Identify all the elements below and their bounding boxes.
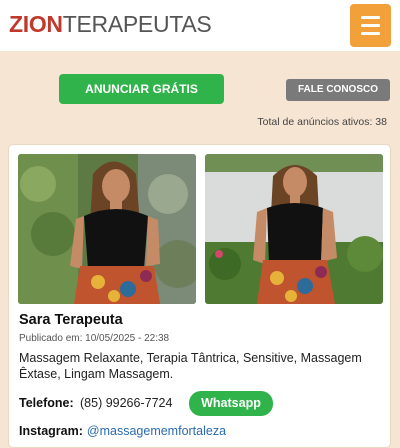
site-logo[interactable]: ZIONTERAPEUTAS [9, 10, 212, 38]
hamburger-menu-icon-bar [361, 24, 380, 27]
hamburger-menu-icon [361, 16, 380, 19]
listing-card: Sara Terapeuta Publicado em: 10/05/2025 … [8, 144, 391, 448]
site-header: ZIONTERAPEUTAS [0, 0, 400, 51]
listing-photo-2[interactable] [205, 154, 383, 304]
fale-conosco-button[interactable]: FALE CONOSCO [286, 79, 390, 101]
phone-number[interactable]: (85) 99266-7724 [80, 396, 172, 410]
published-date: Publicado em: 10/05/2025 - 22:38 [19, 333, 170, 344]
instagram-link[interactable]: @massagememfortaleza [87, 424, 226, 438]
anunciar-gratis-button[interactable]: ANUNCIAR GRÁTIS [59, 74, 224, 104]
hamburger-menu-icon-bar [361, 32, 380, 35]
hamburger-menu-button[interactable] [350, 4, 391, 47]
listing-photo-1[interactable] [18, 154, 196, 304]
logo-rest-text: TERAPEUTAS [62, 11, 212, 37]
services-description: Massagem Relaxante, Terapia Tântrica, Se… [19, 351, 362, 381]
whatsapp-button[interactable]: Whatsapp [189, 391, 273, 416]
total-ads-count: Total de anúncios ativos: 38 [257, 116, 387, 128]
logo-brand-text: ZION [9, 11, 63, 37]
phone-label: Telefone: [19, 396, 74, 410]
instagram-label: Instagram: [19, 424, 83, 438]
therapist-name: Sara Terapeuta [19, 312, 123, 328]
instagram-row: Instagram: @massagememfortaleza [19, 422, 226, 440]
